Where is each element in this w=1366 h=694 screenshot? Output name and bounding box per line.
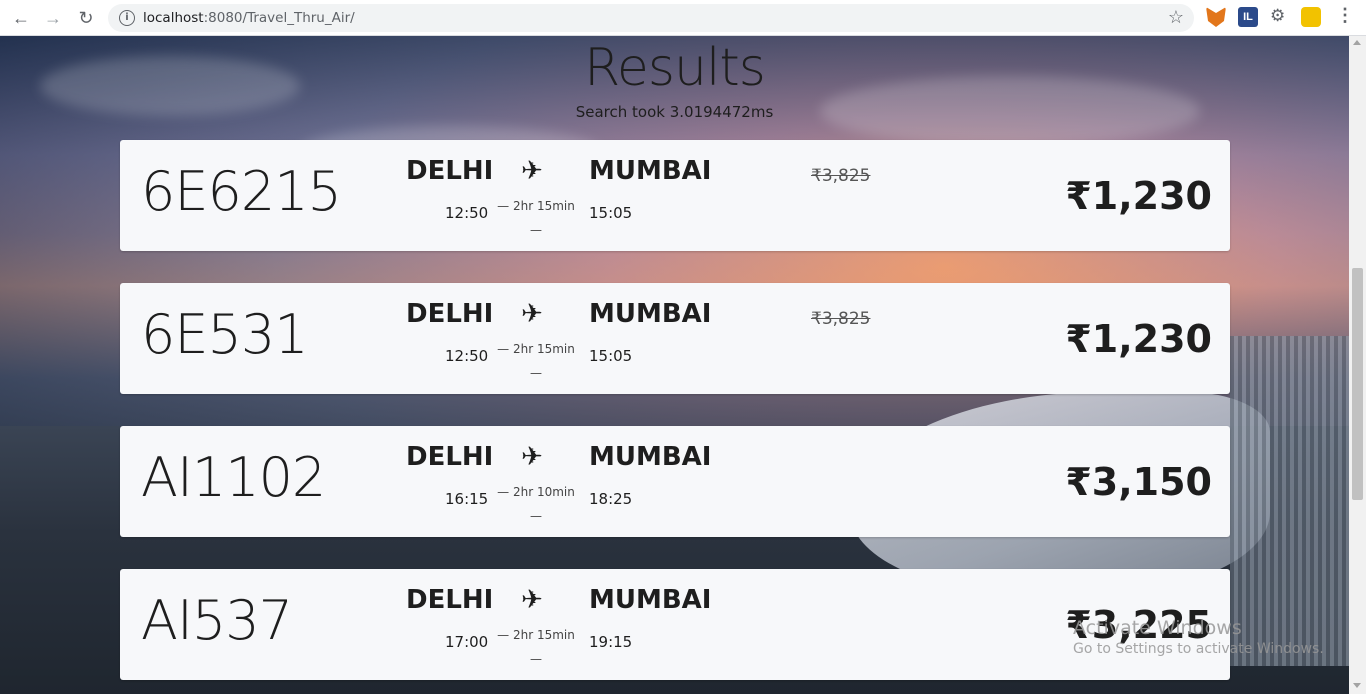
back-arrow-icon[interactable]: ← — [9, 6, 33, 30]
departure-time: 17:00 — [445, 633, 489, 651]
plane-icon: ✈ — [521, 442, 543, 472]
watermark-subtitle: Go to Settings to activate Windows. — [1073, 641, 1324, 657]
star-icon[interactable]: ☆ — [1168, 7, 1184, 28]
flight-number: 6E6215 — [141, 160, 342, 223]
address-bar[interactable]: i localhost:8080/Travel_Thru_Air/ ☆ — [108, 4, 1194, 32]
departure-time: 16:15 — [445, 490, 489, 508]
arrival-time: 19:15 — [589, 633, 633, 651]
destination-city: MUMBAI — [589, 299, 712, 329]
page-title: Results — [584, 38, 766, 98]
scrollbar-thumb[interactable] — [1352, 268, 1363, 500]
it-extension-icon[interactable]: IL — [1238, 7, 1258, 27]
flight-card[interactable]: AI1102 DELHI ✈ MUMBAI 16:15 — 2hr 10min —… — [120, 426, 1230, 537]
destination-city: MUMBAI — [589, 156, 712, 186]
flight-card[interactable]: AI537 DELHI ✈ MUMBAI 17:00 — 2hr 15min — … — [120, 569, 1230, 680]
origin-city: DELHI — [406, 299, 494, 329]
flight-card[interactable]: 6E6215 DELHI ✈ MUMBAI 12:50 — 2hr 15min —… — [120, 140, 1230, 251]
scroll-down-arrow-icon[interactable] — [1353, 683, 1361, 688]
fare-price: ₹1,230 — [1065, 174, 1212, 218]
duration-text: — 2hr 15min — [497, 342, 575, 356]
info-icon[interactable]: i — [119, 10, 135, 26]
original-price: ₹3,825 — [811, 309, 871, 329]
fare-price: ₹3,150 — [1065, 460, 1212, 504]
browser-toolbar: ← → ↻ i localhost:8080/Travel_Thru_Air/ … — [0, 0, 1366, 36]
duration-dash: — — [530, 509, 542, 523]
duration-text: — 2hr 15min — [497, 628, 575, 642]
duration-text: — 2hr 15min — [497, 199, 575, 213]
origin-city: DELHI — [406, 442, 494, 472]
plane-icon: ✈ — [521, 156, 543, 186]
activation-watermark: Activate Windows Go to Settings to activ… — [1073, 617, 1324, 657]
duration-text: — 2hr 10min — [497, 485, 575, 499]
puzzle-icon[interactable]: ⚙ — [1270, 6, 1290, 26]
duration-dash: — — [530, 223, 542, 237]
departure-time: 12:50 — [445, 204, 489, 222]
flight-duration: — 2hr 15min — — [496, 623, 576, 671]
url-path: :8080/Travel_Thru_Air/ — [203, 10, 355, 26]
profile-avatar-icon[interactable] — [1301, 7, 1321, 27]
kebab-menu-icon[interactable]: ⋮ — [1336, 5, 1354, 25]
metamask-extension-icon[interactable] — [1206, 7, 1226, 27]
flight-duration: — 2hr 10min — — [496, 480, 576, 528]
origin-city: DELHI — [406, 585, 494, 615]
flight-number: AI1102 — [141, 446, 326, 509]
url-text[interactable]: localhost:8080/Travel_Thru_Air/ — [143, 10, 355, 26]
watermark-title: Activate Windows — [1073, 617, 1242, 639]
fare-price: ₹1,230 — [1065, 317, 1212, 361]
destination-city: MUMBAI — [589, 585, 712, 615]
url-host: localhost — [143, 10, 204, 26]
reload-icon[interactable]: ↻ — [74, 6, 98, 30]
flight-card[interactable]: 6E531 DELHI ✈ MUMBAI 12:50 — 2hr 15min — … — [120, 283, 1230, 394]
plane-icon: ✈ — [521, 299, 543, 329]
arrival-time: 15:05 — [589, 204, 633, 222]
duration-dash: — — [530, 652, 542, 666]
departure-time: 12:50 — [445, 347, 489, 365]
arrival-time: 18:25 — [589, 490, 633, 508]
search-time: Search took 3.0194472ms — [575, 103, 774, 121]
duration-dash: — — [530, 366, 542, 380]
flight-number: AI537 — [141, 589, 293, 652]
flight-number: 6E531 — [141, 303, 309, 366]
plane-icon: ✈ — [521, 585, 543, 615]
flight-duration: — 2hr 15min — — [496, 337, 576, 385]
scroll-up-arrow-icon[interactable] — [1353, 40, 1361, 45]
original-price: ₹3,825 — [811, 166, 871, 186]
forward-arrow-icon[interactable]: → — [41, 6, 65, 30]
arrival-time: 15:05 — [589, 347, 633, 365]
origin-city: DELHI — [406, 156, 494, 186]
flight-duration: — 2hr 15min — — [496, 194, 576, 242]
destination-city: MUMBAI — [589, 442, 712, 472]
